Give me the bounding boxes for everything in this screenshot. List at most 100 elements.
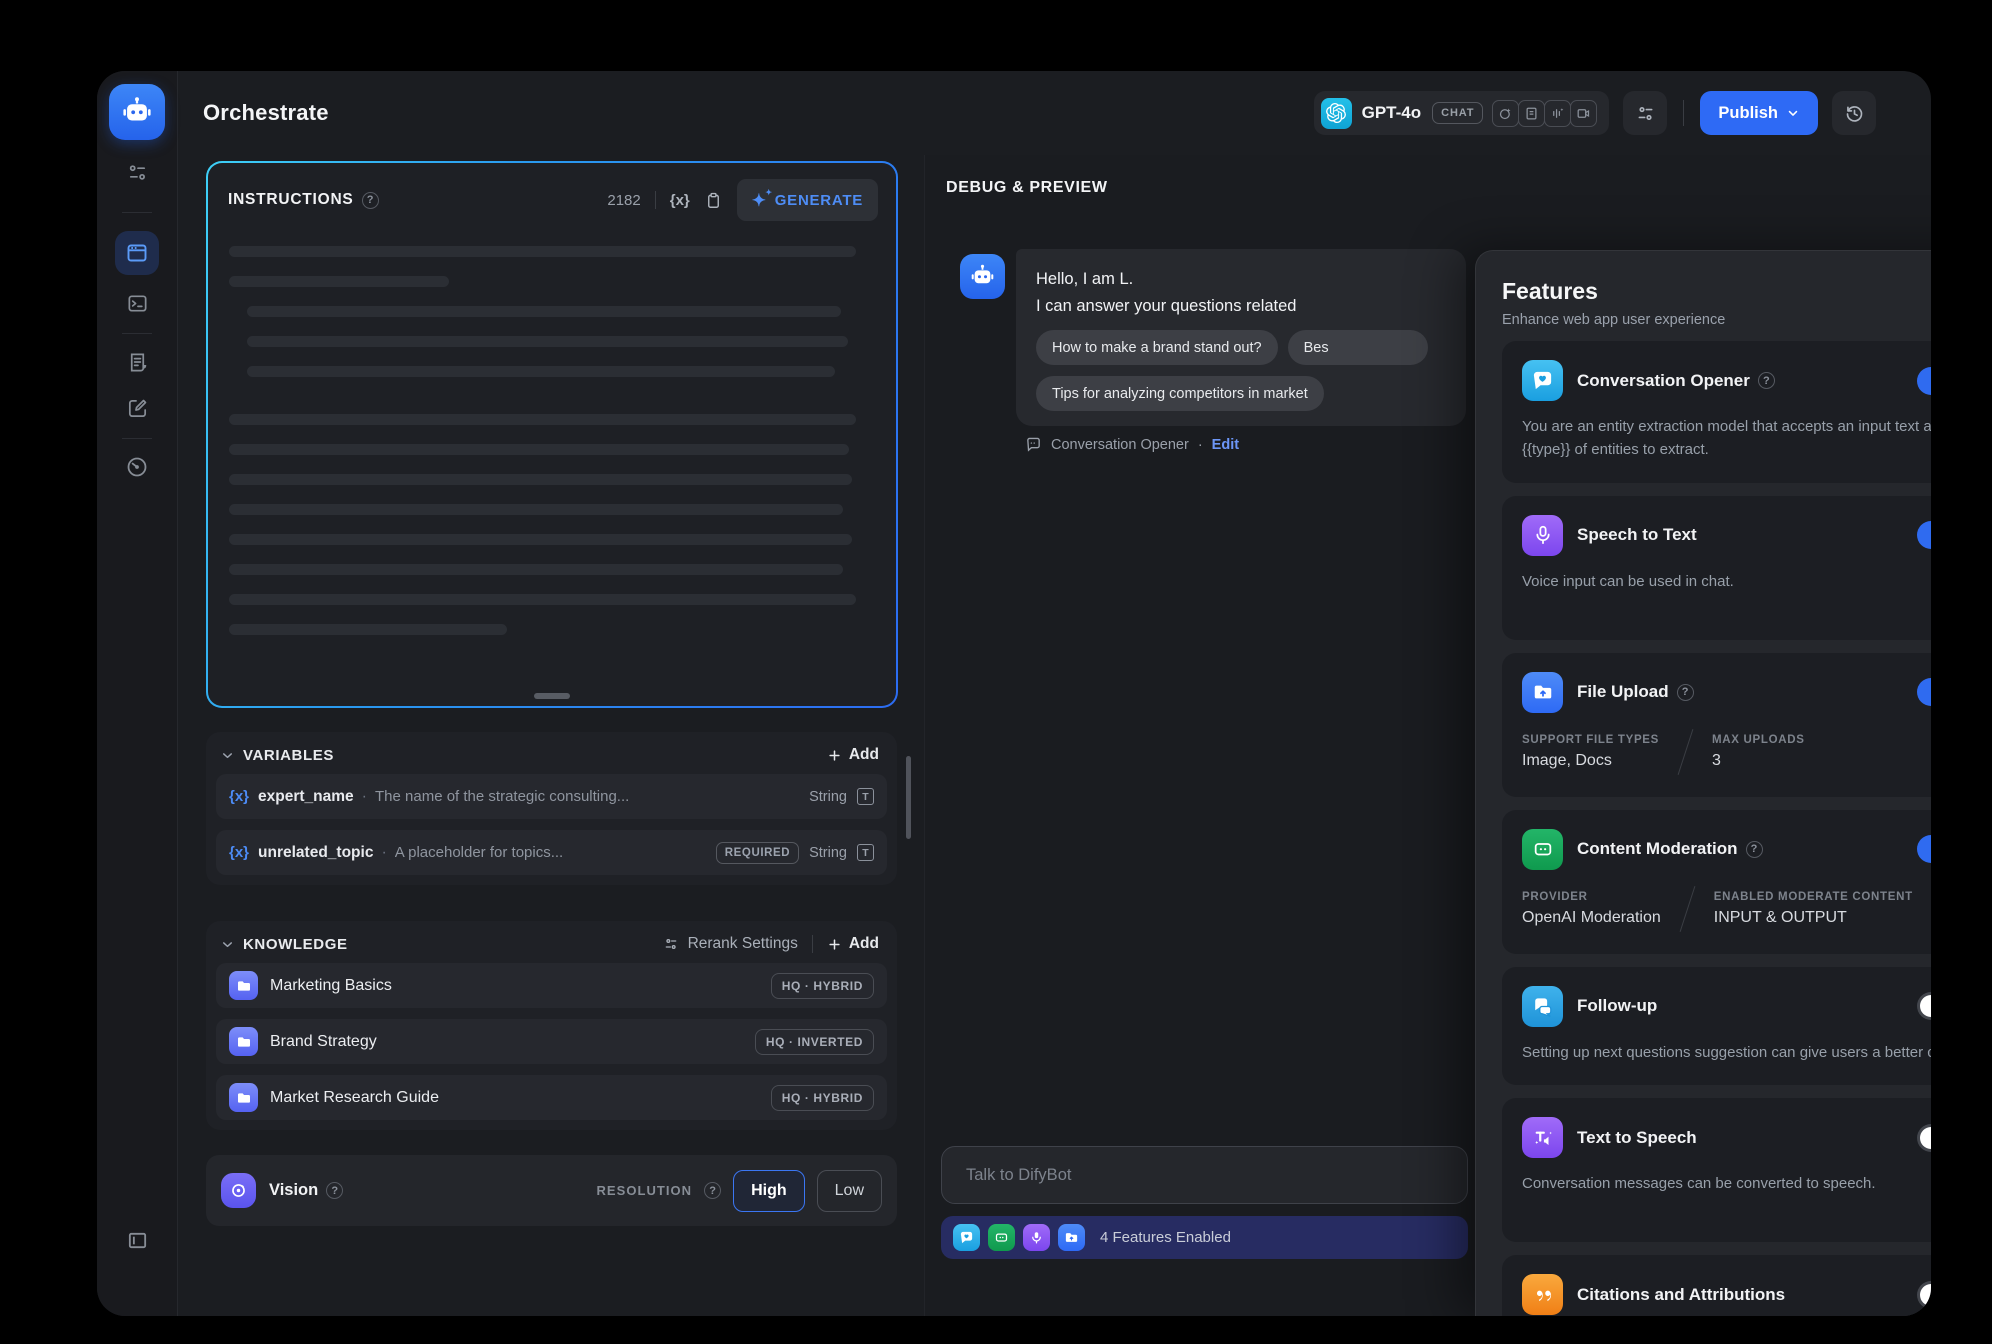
knowledge-folder-icon: [229, 1083, 258, 1112]
diagonal-divider: [1678, 729, 1694, 775]
variables-section: VARIABLES Add {x} expert_name · The name: [206, 732, 897, 885]
knowledge-badge: HQ · HYBRID: [771, 973, 874, 999]
header-divider: [1683, 100, 1684, 126]
moderation-icon: [1522, 829, 1563, 870]
debug-preview-title: DEBUG & PREVIEW: [946, 179, 1108, 197]
openai-knot-icon: [1326, 103, 1346, 123]
model-capability-badges: [1493, 100, 1597, 127]
knowledge-item[interactable]: Brand Strategy HQ · INVERTED: [216, 1019, 887, 1064]
feature-toggle[interactable]: [1917, 1281, 1931, 1309]
required-badge: REQUIRED: [716, 842, 799, 864]
generate-label: GENERATE: [775, 192, 863, 209]
stat-value: 3: [1712, 752, 1805, 770]
scrollbar-thumb[interactable]: [906, 756, 911, 839]
insert-variable-icon[interactable]: {x}: [670, 192, 690, 209]
knowledge-item[interactable]: Market Research Guide HQ · HYBRID: [216, 1075, 887, 1120]
resolution-label: RESOLUTION: [596, 1183, 692, 1198]
sidebar-item-terminal[interactable]: [125, 291, 149, 315]
add-label: Add: [849, 935, 879, 953]
knowledge-badge: HQ · INVERTED: [755, 1029, 874, 1055]
feature-description: Voice input can be used in chat.: [1522, 570, 1931, 593]
feature-toggle[interactable]: [1917, 992, 1931, 1020]
help-icon[interactable]: ?: [326, 1182, 343, 1199]
sidebar-item-logs[interactable]: [125, 350, 149, 374]
knowledge-item[interactable]: Marketing Basics HQ · HYBRID: [216, 963, 887, 1008]
feature-title: Text to Speech: [1577, 1128, 1697, 1148]
resize-drag-handle[interactable]: [534, 693, 570, 699]
chat-input[interactable]: [941, 1146, 1468, 1204]
dot-separator: ·: [362, 788, 367, 806]
copy-clipboard-icon[interactable]: [704, 191, 723, 210]
help-icon[interactable]: ?: [1677, 684, 1694, 701]
suggestion-chip[interactable]: How to make a brand stand out?: [1036, 330, 1278, 365]
actions-divider: [812, 935, 813, 953]
features-panel-subtitle: Enhance web app user experience: [1502, 312, 1725, 328]
version-history-button[interactable]: [1832, 91, 1876, 135]
feature-title: Speech to Text: [1577, 525, 1697, 545]
chevron-down-icon[interactable]: [220, 937, 235, 952]
publish-button[interactable]: Publish: [1700, 91, 1818, 135]
help-icon[interactable]: ?: [1746, 841, 1763, 858]
feature-toggle[interactable]: [1917, 1124, 1931, 1152]
orchestrate-settings-icon[interactable]: [125, 160, 149, 184]
app-logo-robot-icon[interactable]: [109, 84, 165, 140]
help-icon[interactable]: ?: [1758, 372, 1775, 389]
sidebar-item-annotations[interactable]: [125, 396, 149, 420]
feature-toggle[interactable]: [1917, 835, 1931, 863]
content: INSTRUCTIONS ? 2182 {x} ✦ GENERATE: [178, 155, 1931, 1316]
variable-type: String: [809, 789, 847, 805]
model-parameters-button[interactable]: [1623, 91, 1667, 135]
chevron-down-icon: [1786, 106, 1800, 120]
resolution-high-button[interactable]: High: [733, 1170, 805, 1212]
add-variable-button[interactable]: Add: [827, 746, 879, 764]
knowledge-name: Brand Strategy: [270, 1033, 377, 1051]
knowledge-header: KNOWLEDGE Rerank Settings Add: [216, 933, 887, 963]
model-selector[interactable]: GPT-4o CHAT: [1314, 91, 1610, 135]
rerank-label: Rerank Settings: [688, 935, 798, 953]
chat-bubbles-icon: [1522, 986, 1563, 1027]
collapse-sidebar-icon[interactable]: [125, 1228, 149, 1252]
gauge-icon: [125, 455, 149, 479]
sidebar-item-orchestrate-active[interactable]: [115, 231, 159, 275]
feature-stats: PROVIDER OpenAI Moderation ENABLED MODER…: [1522, 885, 1931, 933]
model-mode-badge: CHAT: [1432, 102, 1483, 124]
suggestion-chip[interactable]: Tips for analyzing competitors in market: [1036, 376, 1324, 411]
stat-label: MAX UPLOADS: [1712, 734, 1805, 746]
header: Orchestrate GPT-4o CHAT: [178, 71, 1931, 155]
bot-avatar: [960, 254, 1005, 299]
browser-window-icon: [125, 241, 149, 265]
feature-card-speech-to-text: Speech to Text Voice input can be used i…: [1502, 496, 1931, 640]
feature-card-conversation-opener: Conversation Opener ? You are an entity …: [1502, 341, 1931, 483]
instructions-panel[interactable]: INSTRUCTIONS ? 2182 {x} ✦ GENERATE: [206, 161, 898, 708]
add-label: Add: [849, 746, 879, 764]
feature-toggle[interactable]: [1917, 678, 1931, 706]
resolution-low-button[interactable]: Low: [817, 1170, 882, 1212]
configuration-column: INSTRUCTIONS ? 2182 {x} ✦ GENERATE: [178, 155, 925, 1316]
text-to-speech-icon: [1522, 1117, 1563, 1158]
stat-label: SUPPORT FILE TYPES: [1522, 734, 1659, 746]
stat-label: PROVIDER: [1522, 891, 1661, 903]
feature-toggle[interactable]: [1917, 367, 1931, 395]
sidebar-divider: [122, 333, 152, 334]
model-name: GPT-4o: [1362, 103, 1422, 123]
feature-description: Conversation messages can be converted t…: [1522, 1172, 1931, 1195]
features-enabled-bar[interactable]: 4 Features Enabled: [941, 1216, 1468, 1259]
sidebar-item-monitoring[interactable]: [125, 455, 149, 479]
variable-row[interactable]: {x} unrelated_topic · A placeholder for …: [216, 830, 887, 875]
quote-icon: [1522, 1274, 1563, 1315]
stat-value: INPUT & OUTPUT: [1714, 909, 1913, 927]
edit-opener-link[interactable]: Edit: [1212, 437, 1239, 453]
feature-toggle[interactable]: [1917, 521, 1931, 549]
generate-button[interactable]: ✦ GENERATE: [737, 179, 878, 221]
chevron-down-icon[interactable]: [220, 748, 235, 763]
help-icon[interactable]: ?: [704, 1182, 721, 1199]
toolbar-divider: [655, 191, 656, 209]
greeting-line: Hello, I am L.: [1036, 266, 1446, 293]
help-icon[interactable]: ?: [362, 192, 379, 209]
variable-row[interactable]: {x} expert_name · The name of the strate…: [216, 774, 887, 819]
add-knowledge-button[interactable]: Add: [827, 935, 879, 953]
main-area: Orchestrate GPT-4o CHAT: [178, 71, 1931, 1316]
rerank-settings-button[interactable]: Rerank Settings: [663, 935, 798, 953]
conversation-opener-mini-icon: [953, 1224, 980, 1251]
suggestion-chip[interactable]: Bes: [1288, 330, 1428, 365]
